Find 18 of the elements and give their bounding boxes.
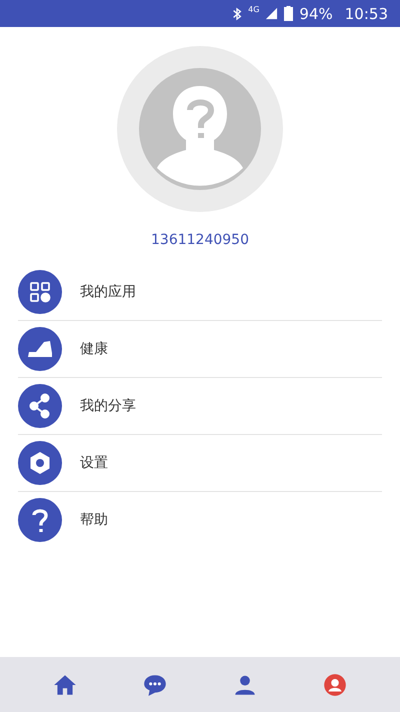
menu-item[interactable]: 健康 — [80, 340, 108, 358]
grid-icon — [18, 270, 62, 314]
question-icon — [18, 498, 62, 542]
menu-item[interactable]: 我的分享 — [80, 397, 136, 415]
menu-item[interactable]: 设置 — [80, 454, 108, 472]
shoe-icon — [18, 327, 62, 371]
settings-icon — [18, 441, 62, 485]
phone-number: 13611240950 — [151, 232, 249, 248]
bluetooth-icon — [232, 6, 242, 20]
profile-icon[interactable] — [322, 672, 348, 698]
share-icon — [18, 384, 62, 428]
network-type: 4G — [248, 5, 260, 14]
menu-item[interactable]: 帮助 — [80, 511, 108, 529]
menu-item[interactable]: 我的应用 — [80, 283, 136, 301]
signal-icon — [265, 7, 278, 20]
battery-icon — [284, 6, 294, 21]
clock: 10:53 — [344, 4, 388, 22]
battery-percent: 94% — [299, 4, 333, 22]
